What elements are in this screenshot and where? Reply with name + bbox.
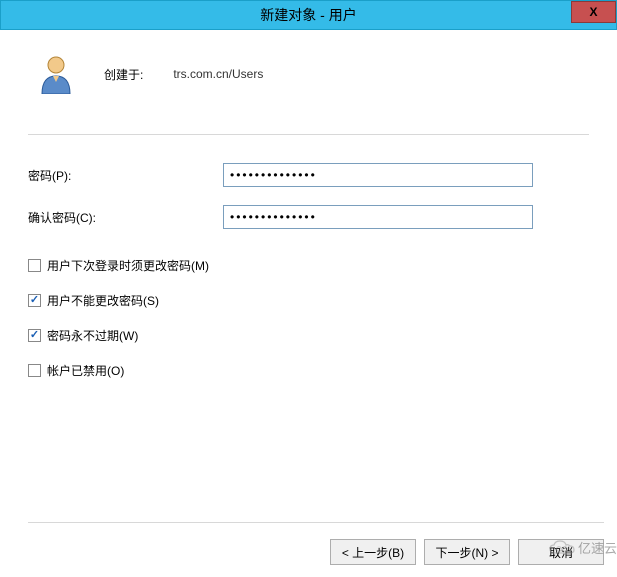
never-expires-checkbox[interactable] [28,329,41,342]
user-icon [38,54,74,94]
must-change-row[interactable]: 用户下次登录时须更改密码(M) [28,257,589,274]
password-input[interactable] [223,163,533,187]
button-bar: < 上一步(B) 下一步(N) > 取消 [28,522,604,565]
confirm-password-label: 确认密码(C): [28,209,223,226]
never-expires-row[interactable]: 密码永不过期(W) [28,327,589,344]
window-title: 新建对象 - 用户 [260,5,356,25]
dialog-content: 创建于: trs.com.cn/Users 密码(P): 确认密码(C): 用户… [0,30,617,379]
must-change-checkbox[interactable] [28,259,41,272]
close-icon: X [589,5,597,19]
header-row: 创建于: trs.com.cn/Users [28,54,589,94]
never-expires-label: 密码永不过期(W) [47,327,138,344]
back-button[interactable]: < 上一步(B) [330,539,416,565]
cannot-change-row[interactable]: 用户不能更改密码(S) [28,292,589,309]
buttons: < 上一步(B) 下一步(N) > 取消 [28,539,604,565]
cannot-change-checkbox[interactable] [28,294,41,307]
created-in-path: trs.com.cn/Users [173,67,263,81]
confirm-password-row: 确认密码(C): [28,205,589,229]
password-row: 密码(P): [28,163,589,187]
disabled-label: 帐户已禁用(O) [47,362,124,379]
disabled-checkbox[interactable] [28,364,41,377]
confirm-password-input[interactable] [223,205,533,229]
must-change-label: 用户下次登录时须更改密码(M) [47,257,209,274]
divider [28,134,589,135]
cannot-change-label: 用户不能更改密码(S) [47,292,159,309]
titlebar: 新建对象 - 用户 X [0,0,617,30]
disabled-row[interactable]: 帐户已禁用(O) [28,362,589,379]
created-in-label: 创建于: [104,66,143,83]
checkbox-group: 用户下次登录时须更改密码(M) 用户不能更改密码(S) 密码永不过期(W) 帐户… [28,257,589,379]
password-label: 密码(P): [28,167,223,184]
close-button[interactable]: X [571,1,616,23]
button-divider [28,522,604,523]
next-button[interactable]: 下一步(N) > [424,539,510,565]
cancel-button[interactable]: 取消 [518,539,604,565]
